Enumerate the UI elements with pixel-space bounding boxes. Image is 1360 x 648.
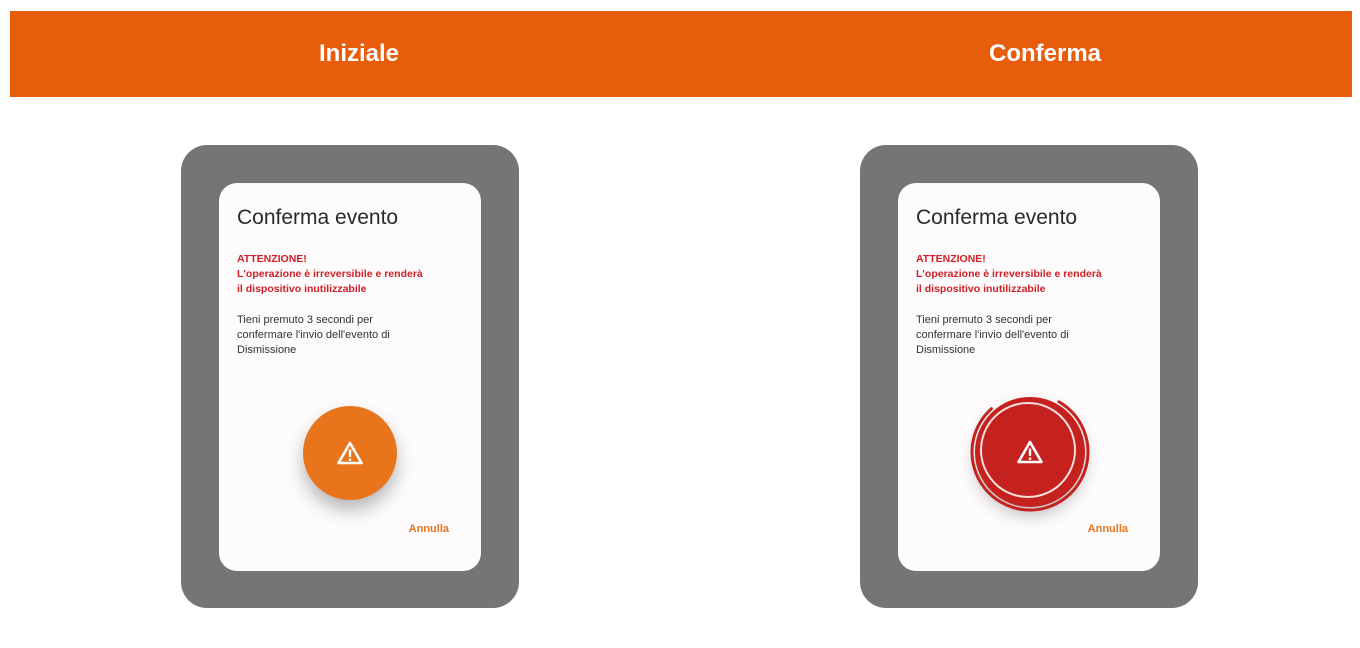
header-label-initial: Iniziale bbox=[318, 40, 400, 67]
warning-triangle-icon bbox=[1017, 440, 1043, 464]
instruction-line: Tieni premuto 3 secondi per bbox=[237, 314, 373, 326]
instruction-line: confermare l'invio dell'evento di bbox=[916, 329, 1069, 341]
instruction-line: Dismissione bbox=[237, 344, 297, 356]
instruction-text: Tieni premuto 3 secondi per confermare l… bbox=[237, 313, 469, 358]
cancel-button[interactable]: Annulla bbox=[1088, 523, 1128, 535]
instruction-line: Dismissione bbox=[916, 344, 976, 356]
device-frame-initial: Conferma evento ATTENZIONE! L'operazione… bbox=[181, 145, 519, 608]
warning-line: ATTENZIONE! bbox=[237, 253, 307, 265]
warning-line: ATTENZIONE! bbox=[916, 253, 986, 265]
warning-line: il dispositivo inutilizzabile bbox=[916, 283, 1046, 295]
instruction-line: confermare l'invio dell'evento di bbox=[237, 329, 390, 341]
dialog-title: Conferma evento bbox=[237, 206, 399, 229]
warning-line: L'operazione è irreversibile e renderà bbox=[237, 268, 423, 280]
cancel-button[interactable]: Annulla bbox=[409, 523, 449, 535]
warning-message: ATTENZIONE! L'operazione è irreversibile… bbox=[916, 252, 1148, 297]
instruction-line: Tieni premuto 3 secondi per bbox=[916, 314, 1052, 326]
confirm-event-dialog: Conferma evento ATTENZIONE! L'operazione… bbox=[898, 183, 1160, 571]
hold-to-confirm-button[interactable] bbox=[970, 392, 1090, 512]
confirm-event-dialog: Conferma evento ATTENZIONE! L'operazione… bbox=[219, 183, 481, 571]
warning-message: ATTENZIONE! L'operazione è irreversibile… bbox=[237, 252, 469, 297]
warning-line: il dispositivo inutilizzabile bbox=[237, 283, 367, 295]
instruction-text: Tieni premuto 3 secondi per confermare l… bbox=[916, 313, 1148, 358]
device-frame-confirm: Conferma evento ATTENZIONE! L'operazione… bbox=[860, 145, 1198, 608]
dialog-title: Conferma evento bbox=[916, 206, 1078, 229]
warning-line: L'operazione è irreversibile e renderà bbox=[916, 268, 1102, 280]
header-bar: Iniziale Conferma bbox=[10, 11, 1352, 97]
header-label-confirm: Conferma bbox=[988, 40, 1102, 67]
warning-triangle-icon bbox=[337, 441, 363, 465]
hold-to-confirm-button[interactable] bbox=[303, 406, 397, 500]
